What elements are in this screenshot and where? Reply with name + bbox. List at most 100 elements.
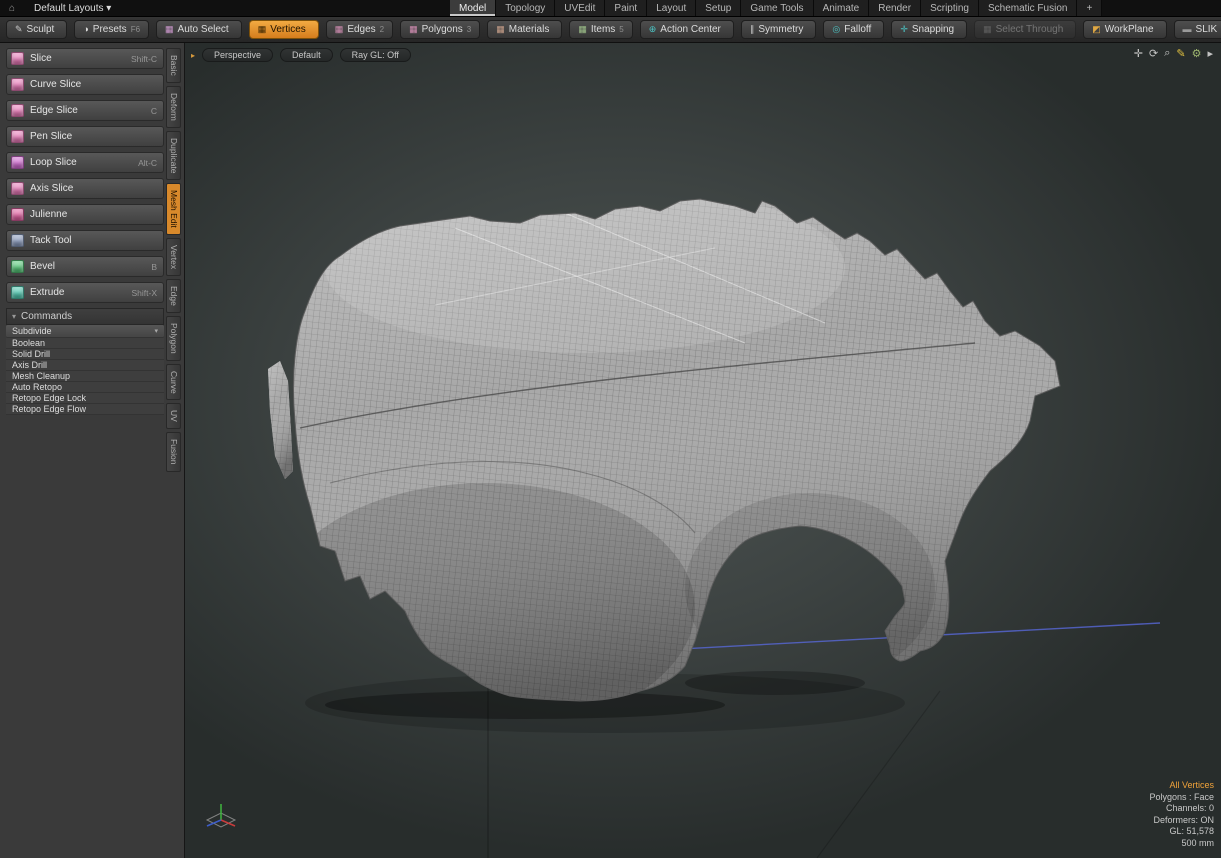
viewport-canvas[interactable] <box>185 43 1221 858</box>
tool-item[interactable]: Bevel B <box>6 256 164 277</box>
menu-tab[interactable]: Topology <box>496 0 555 16</box>
toolbar-button-icon: ✛ <box>900 25 908 34</box>
sidebar-category-tab[interactable]: Fusion <box>166 432 181 472</box>
menu-tab[interactable]: Layout <box>647 0 696 16</box>
tool-shortcut: Alt-C <box>138 158 157 168</box>
menu-tab[interactable]: Paint <box>605 0 647 16</box>
toolbar-button[interactable]: ▦ Select Through <box>974 20 1076 39</box>
tool-shortcut: Shift-X <box>131 288 157 298</box>
command-label: Retopo Edge Lock <box>12 393 86 404</box>
command-item[interactable]: Subdivide ▾ <box>6 325 164 338</box>
mode-toolbar: ✎ Sculpt ◑ Presets F6 ▦ Auto Select ▦ Ve… <box>0 17 1221 43</box>
viewport-control-button[interactable]: Default <box>280 48 333 62</box>
toolbar-button[interactable]: ▦ Edges 2 <box>326 20 393 39</box>
3d-viewport[interactable]: ▸ Perspective Default Ray GL: Off <box>185 43 1221 858</box>
menu-tab[interactable]: Model <box>450 0 496 16</box>
menu-tab-label: Game Tools <box>750 3 803 14</box>
menu-tab-label: Schematic Fusion <box>988 3 1067 14</box>
toolbar-button-icon: ▦ <box>983 25 992 34</box>
tool-item[interactable]: Axis Slice <box>6 178 164 199</box>
toolbar-button-icon: ◑ <box>83 25 88 34</box>
toolbar-button[interactable]: ✛ Snapping <box>891 20 967 39</box>
command-item[interactable]: Boolean <box>6 338 164 349</box>
toolbar-button[interactable]: ✎ Sculpt <box>6 20 67 39</box>
viewport-status-info: All Vertices Polygons : Face Channels: 0… <box>1149 780 1214 849</box>
sidebar-category-tab-label: Curve <box>168 371 179 394</box>
menu-tab[interactable]: Animate <box>814 0 870 16</box>
toolbar-button[interactable]: ▦ Materials <box>487 20 562 39</box>
toolbar-button-icon: ▦ <box>258 25 267 34</box>
toolbar-button[interactable]: ▦ Items 5 <box>569 20 632 39</box>
tool-item[interactable]: Tack Tool <box>6 230 164 251</box>
sidebar-category-tab[interactable]: Duplicate <box>166 131 181 180</box>
toolbar-button[interactable]: ▦ Auto Select <box>156 20 242 39</box>
viewport-nav-icon[interactable]: ⌕ <box>1164 47 1170 60</box>
viewport-nav-icon[interactable]: ⚙ <box>1192 47 1202 60</box>
sidebar-category-tab[interactable]: Mesh Edit <box>166 183 181 235</box>
menu-tab[interactable]: Game Tools <box>741 0 813 16</box>
tool-item[interactable]: Slice Shift-C <box>6 48 164 69</box>
tool-sidebar: Slice Shift-C Curve Slice Edge Slice C <box>0 43 185 858</box>
tool-cube-icon <box>11 286 24 299</box>
commands-header-label: Commands <box>21 311 72 322</box>
menu-tab-label: Render <box>878 3 911 14</box>
tool-item[interactable]: Pen Slice <box>6 126 164 147</box>
layout-tabs: Model Topology UVEdit Paint Layout <box>450 0 1102 16</box>
tool-cube-icon <box>11 156 24 169</box>
tool-item[interactable]: Curve Slice <box>6 74 164 95</box>
toolbar-button-shortcut: 2 <box>380 25 384 34</box>
sidebar-category-tab[interactable]: UV <box>166 403 181 429</box>
viewport-nav-icon[interactable]: ⟳ <box>1149 47 1158 60</box>
commands-header[interactable]: ▾ Commands <box>6 308 164 325</box>
tool-item[interactable]: Extrude Shift-X <box>6 282 164 303</box>
toolbar-button-label: SLIK <box>1196 24 1218 35</box>
command-item[interactable]: Axis Drill <box>6 360 164 371</box>
viewport-control-button[interactable]: Perspective <box>202 48 273 62</box>
command-label: Solid Drill <box>12 349 50 360</box>
viewport-menu-arrow-icon[interactable]: ▸ <box>191 51 195 60</box>
menu-tab[interactable]: Render <box>869 0 921 16</box>
viewport-nav-icon[interactable]: ✎ <box>1176 47 1185 60</box>
toolbar-button[interactable]: ▦ Vertices <box>249 20 319 39</box>
sidebar-category-tab[interactable]: Deform <box>166 86 181 128</box>
command-item[interactable]: Mesh Cleanup <box>6 371 164 382</box>
menu-tab[interactable]: Scripting <box>921 0 979 16</box>
tool-shortcut: Shift-C <box>131 54 157 64</box>
tool-label: Extrude <box>30 287 64 298</box>
command-item[interactable]: Auto Retopo <box>6 382 164 393</box>
sidebar-category-tab[interactable]: Polygon <box>166 316 181 361</box>
toolbar-button[interactable]: ◑ Presets F6 <box>74 20 149 39</box>
tool-item[interactable]: Loop Slice Alt-C <box>6 152 164 173</box>
viewport-nav-icon[interactable]: ▸ <box>1207 47 1213 60</box>
sidebar-category-tab[interactable]: Vertex <box>166 238 181 276</box>
toolbar-button[interactable]: ◎ Falloff <box>823 20 884 39</box>
tool-item[interactable]: Julienne <box>6 204 164 225</box>
menu-tab[interactable]: UVEdit <box>555 0 605 16</box>
toolbar-button[interactable]: ◩ WorkPlane <box>1083 20 1166 39</box>
command-item[interactable]: Retopo Edge Flow <box>6 404 164 415</box>
menu-tab[interactable]: Setup <box>696 0 741 16</box>
layouts-dropdown[interactable]: Default Layouts ▾ <box>24 0 121 16</box>
menubar: ⌂ Default Layouts ▾ Model Topology UVEdi… <box>0 0 1221 17</box>
toolbar-button-label: Auto Select <box>178 24 229 35</box>
menu-tab[interactable]: + <box>1077 0 1102 16</box>
tool-label: Edge Slice <box>30 105 78 116</box>
viewport-nav-icon[interactable]: ✛ <box>1134 47 1143 60</box>
toolbar-button[interactable]: ▬ SLIK <box>1174 20 1221 39</box>
sidebar-category-tab[interactable]: Basic <box>166 48 181 83</box>
toolbar-button[interactable]: ▦ Polygons 3 <box>400 20 480 39</box>
viewport-control-label: Ray GL: Off <box>352 50 399 60</box>
tool-item[interactable]: Edge Slice C <box>6 100 164 121</box>
status-info-line: All Vertices <box>1149 780 1214 792</box>
command-item[interactable]: Retopo Edge Lock <box>6 393 164 404</box>
sidebar-category-tab[interactable]: Curve <box>166 364 181 401</box>
menu-tab-label: Topology <box>505 3 545 14</box>
ground-shadow <box>685 671 865 695</box>
command-item[interactable]: Solid Drill <box>6 349 164 360</box>
toolbar-button[interactable]: ⊕ Action Center <box>640 20 734 39</box>
menu-tab[interactable]: Schematic Fusion <box>979 0 1077 16</box>
sidebar-category-tab[interactable]: Edge <box>166 279 181 313</box>
toolbar-button[interactable]: ∥ Symmetry <box>741 20 817 39</box>
viewport-control-button[interactable]: Ray GL: Off <box>340 48 411 62</box>
home-icon[interactable]: ⌂ <box>0 0 24 16</box>
